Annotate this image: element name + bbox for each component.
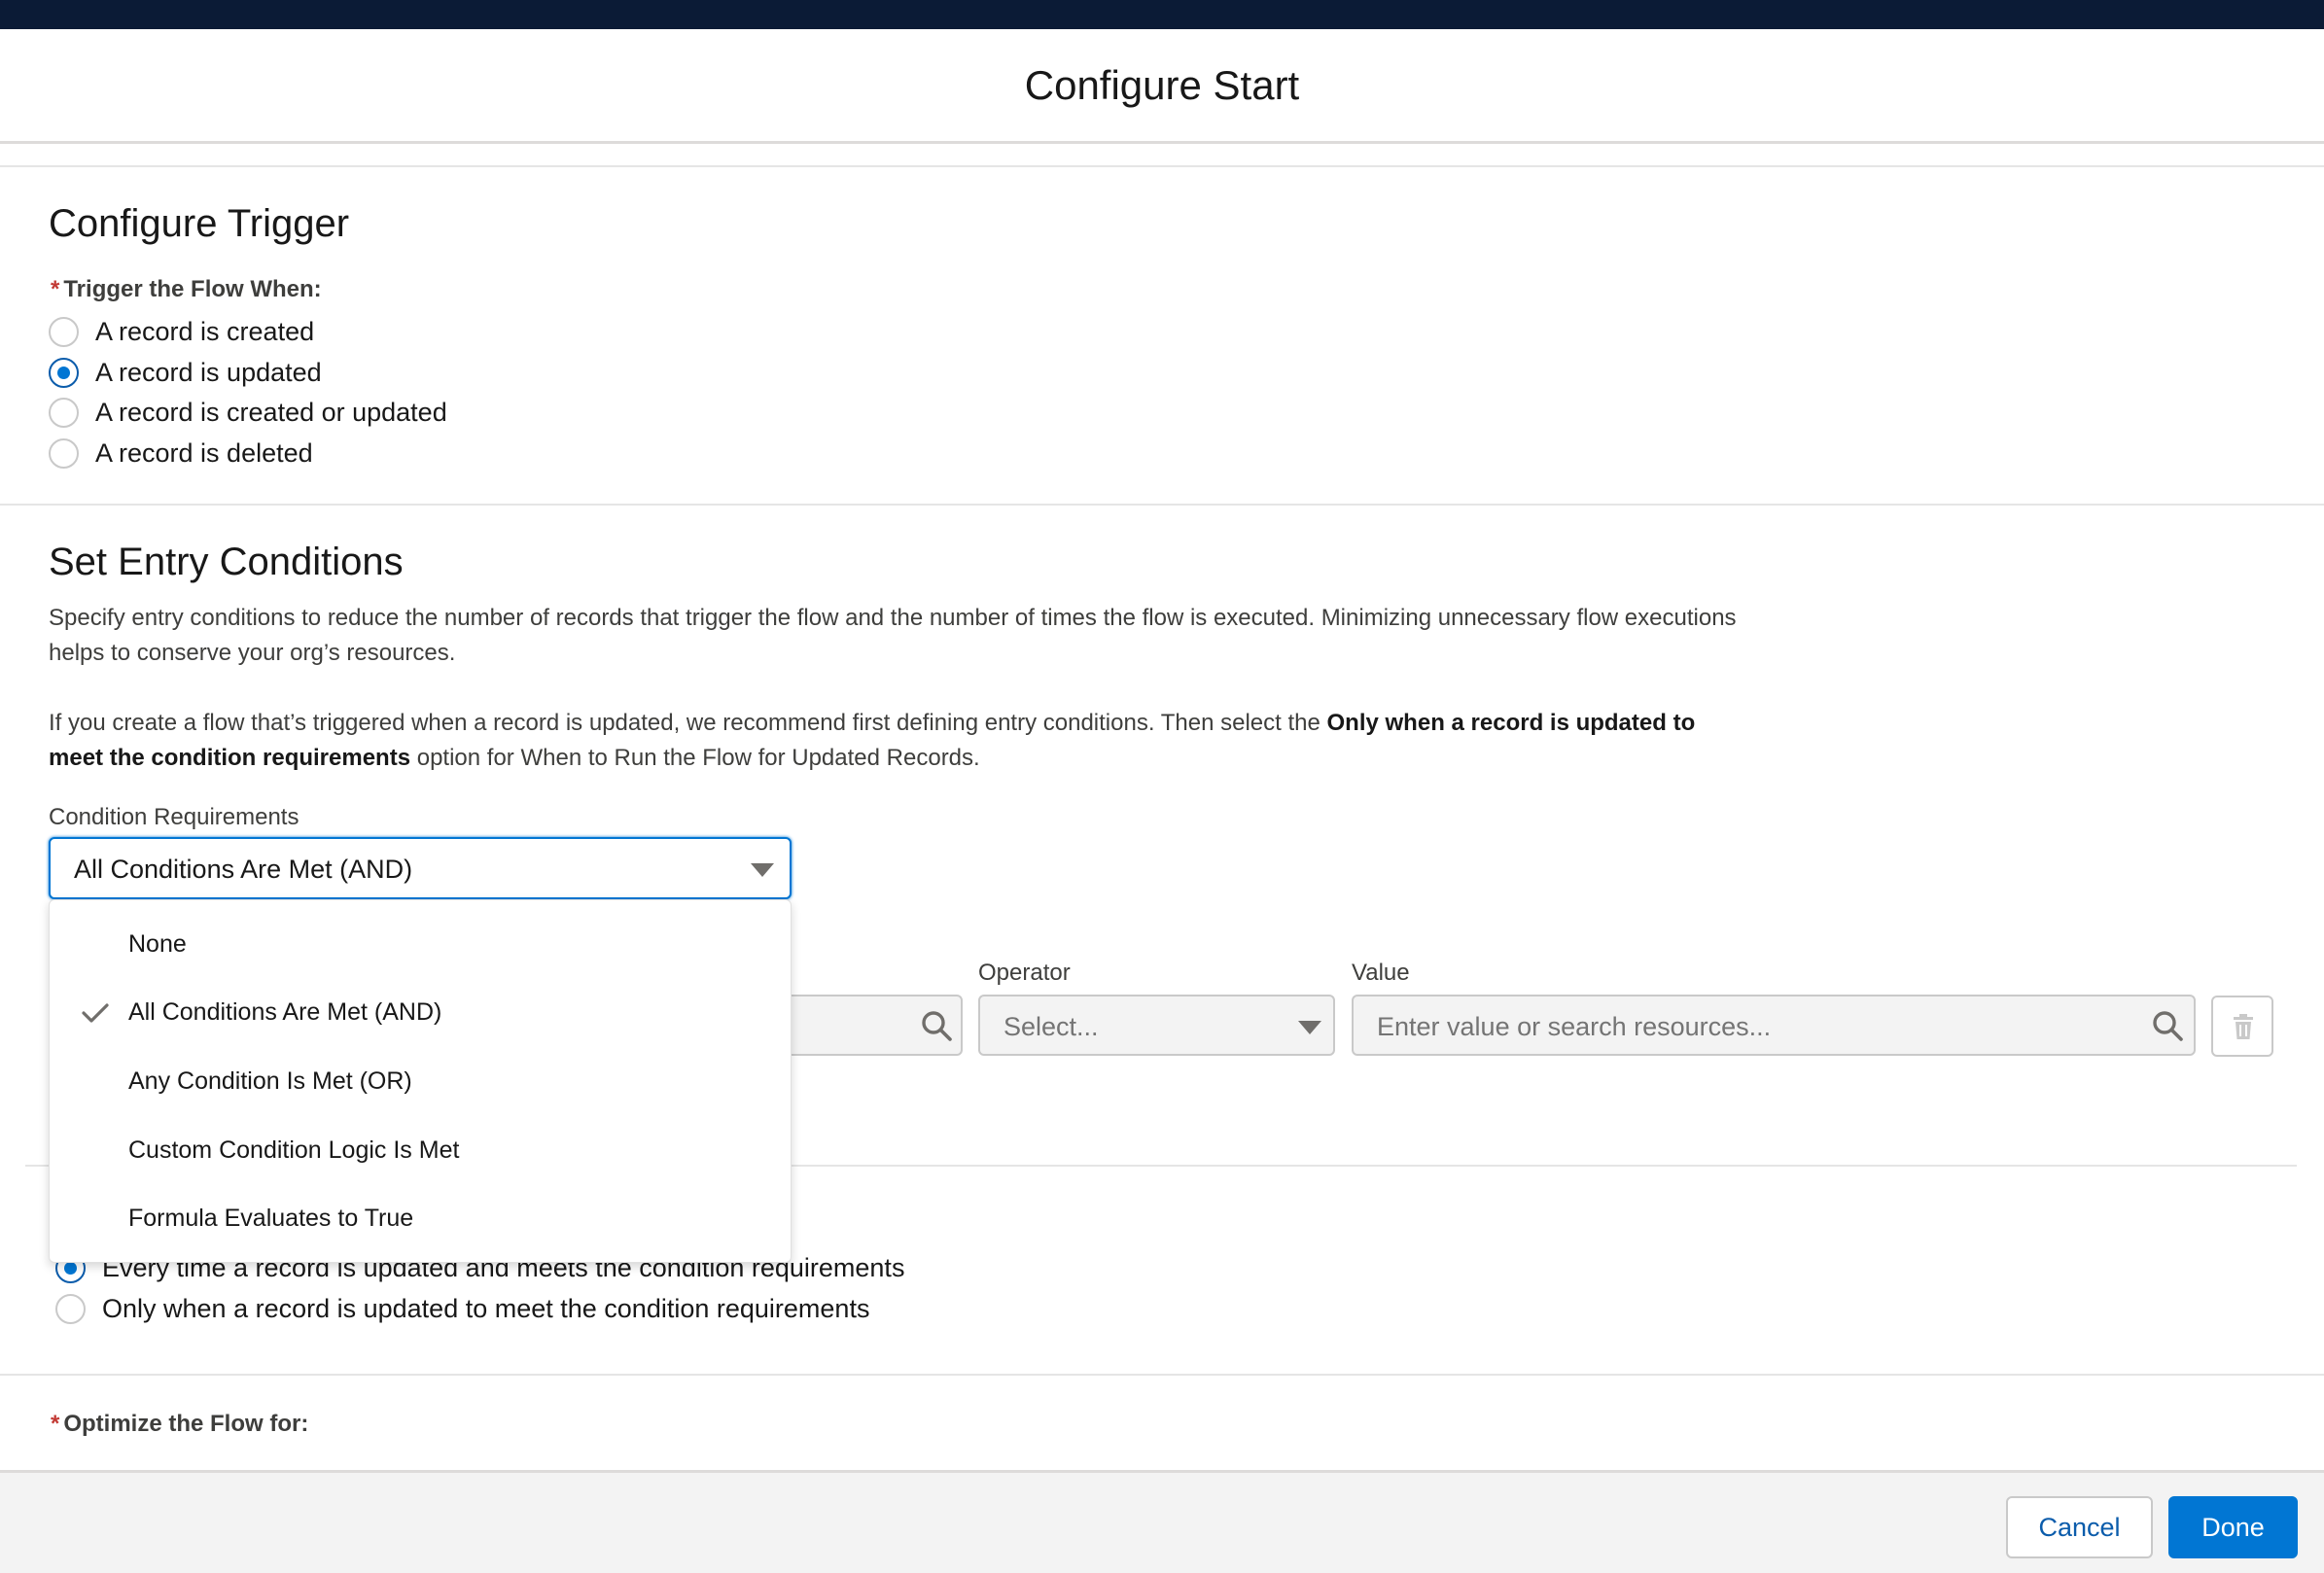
value-input[interactable]: Enter value or search resources... (1352, 995, 2196, 1056)
operator-label: Operator (978, 960, 1071, 986)
option-label: Custom Condition Logic Is Met (128, 1136, 460, 1164)
option-label: None (128, 930, 187, 958)
option-label: Formula Evaluates to True (128, 1205, 414, 1232)
radio-option-record-updated[interactable]: A record is updated (49, 356, 322, 389)
chevron-down-icon (751, 863, 774, 877)
entry-recommendation: If you create a flow that’s triggered wh… (49, 706, 1741, 776)
delete-condition-button[interactable] (2211, 996, 2273, 1057)
cancel-button[interactable]: Cancel (2006, 1496, 2153, 1558)
radio-label: A record is created or updated (95, 397, 447, 427)
modal-footer (0, 1470, 2324, 1573)
checkmark-icon (82, 1003, 109, 1023)
done-button[interactable]: Done (2168, 1496, 2298, 1558)
trigger-label-text: Trigger the Flow When: (63, 276, 322, 302)
value-placeholder: Enter value or search resources... (1377, 1012, 1772, 1041)
option-label: Any Condition Is Met (OR) (128, 1067, 412, 1095)
trash-icon (2234, 1014, 2253, 1039)
option-label: All Conditions Are Met (AND) (128, 998, 442, 1026)
radio-option-record-deleted[interactable]: A record is deleted (49, 437, 313, 470)
listbox-option-custom-logic[interactable]: Custom Condition Logic Is Met (50, 1123, 791, 1181)
condition-requirements-value: All Conditions Are Met (AND) (74, 855, 413, 884)
condition-requirements-select[interactable]: All Conditions Are Met (AND) (49, 837, 792, 899)
radio-label: A record is deleted (95, 437, 313, 468)
optimize-label: * Optimize the Flow for: (51, 1411, 308, 1438)
condition-requirements-label: Condition Requirements (49, 804, 299, 830)
radio-button[interactable] (55, 1293, 86, 1324)
entry-conditions-heading: Set Entry Conditions (49, 541, 404, 583)
radio-button[interactable] (49, 437, 79, 469)
configure-trigger-heading: Configure Trigger (49, 202, 350, 245)
listbox-option-none[interactable]: None (50, 917, 791, 975)
value-label: Value (1352, 960, 1410, 986)
listbox-option-or[interactable]: Any Condition Is Met (OR) (50, 1054, 791, 1112)
operator-placeholder: Select... (1004, 1012, 1099, 1041)
listbox-option-formula[interactable]: Formula Evaluates to True (50, 1191, 791, 1249)
search-icon (2153, 1011, 2183, 1041)
radio-label: A record is updated (95, 357, 322, 387)
top-bar (0, 0, 2324, 29)
radio-option-only-when-updated[interactable]: Only when a record is updated to meet th… (55, 1292, 869, 1325)
radio-button[interactable] (49, 397, 79, 428)
divider (0, 165, 2324, 167)
radio-button[interactable] (49, 316, 79, 347)
radio-option-record-created[interactable]: A record is created (49, 315, 314, 348)
listbox-option-and[interactable]: All Conditions Are Met (AND) (50, 985, 791, 1043)
required-mark: * (51, 1411, 60, 1437)
required-mark: * (51, 276, 60, 302)
operator-select[interactable]: Select... (978, 995, 1335, 1056)
radio-button-selected[interactable] (49, 357, 79, 388)
divider (0, 504, 2324, 506)
search-icon (922, 1011, 952, 1041)
radio-label: Only when a record is updated to meet th… (102, 1293, 870, 1323)
radio-option-record-created-or-updated[interactable]: A record is created or updated (49, 396, 447, 429)
optimize-label-text: Optimize the Flow for: (63, 1411, 309, 1437)
modal-title: Configure Start (1024, 62, 1300, 108)
divider (0, 1374, 2324, 1376)
recommendation-text: If you create a flow that’s triggered wh… (49, 710, 1327, 736)
entry-description: Specify entry conditions to reduce the n… (49, 605, 1737, 666)
condition-requirements-listbox: None All Conditions Are Met (AND) Any Co… (49, 899, 792, 1263)
trigger-label: * Trigger the Flow When: (51, 276, 322, 303)
recommendation-text-end: option for When to Run the Flow for Upda… (410, 745, 980, 771)
radio-label: A record is created (95, 316, 315, 346)
modal-header: Configure Start (0, 29, 2324, 144)
chevron-down-icon (1298, 1021, 1321, 1034)
